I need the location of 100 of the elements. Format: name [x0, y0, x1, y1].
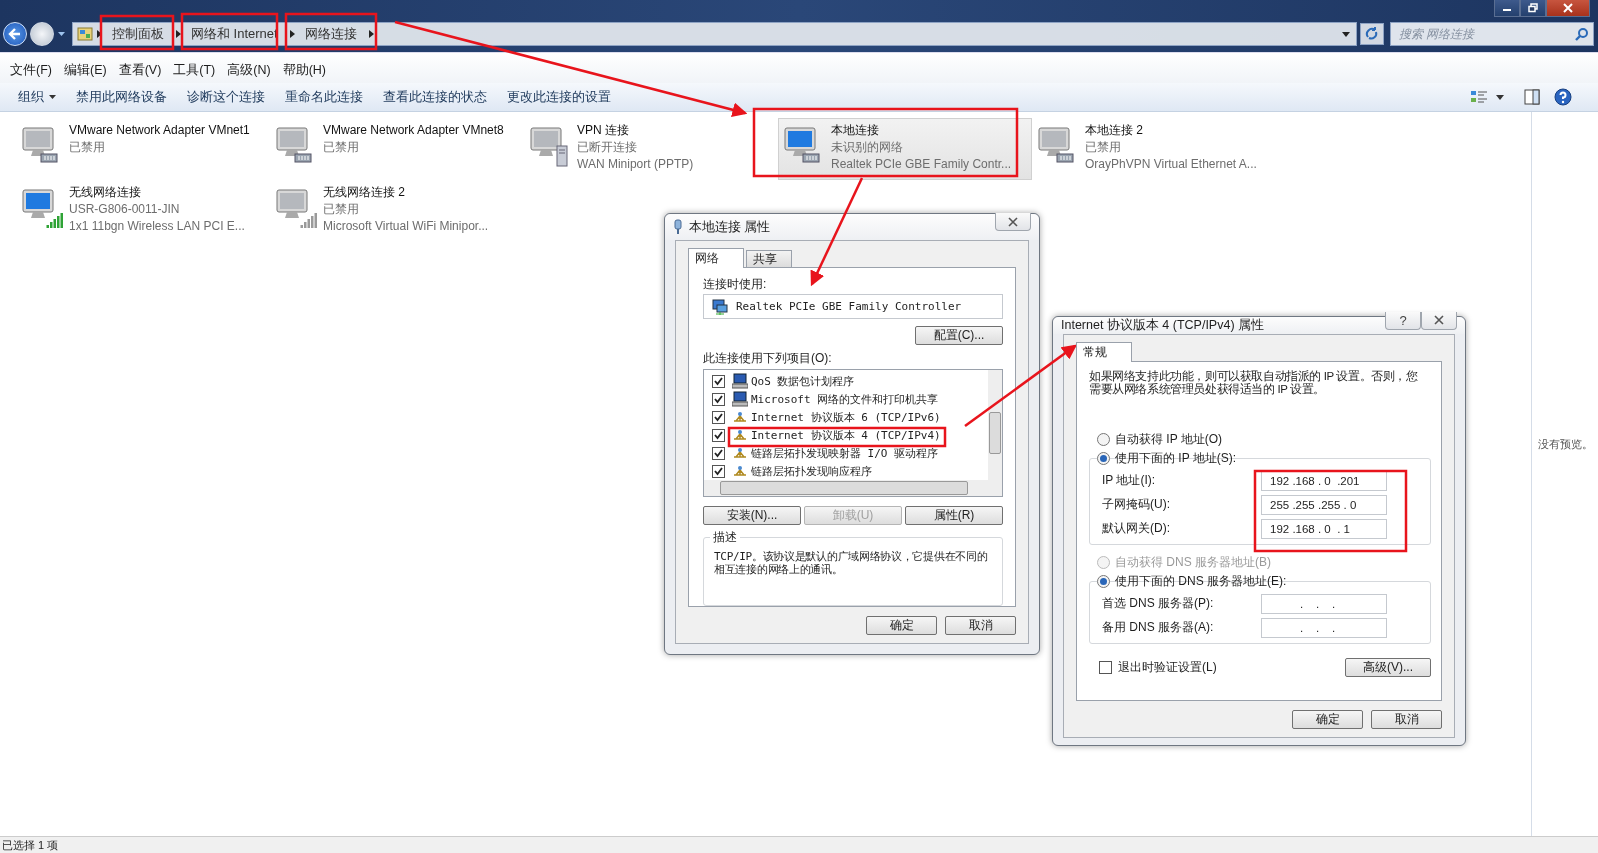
checkbox[interactable] [712, 464, 725, 478]
minimize-button[interactable] [1494, 0, 1520, 17]
menu-item[interactable]: 文件(F) [5, 61, 59, 79]
toolbar-button[interactable]: 重命名此连接 [279, 88, 377, 106]
checkbox[interactable] [712, 374, 725, 388]
device-name: OrayPhVPN Virtual Ethernet A... [1085, 156, 1257, 173]
field-label: IP 地址(I): [1102, 472, 1156, 489]
checkbox[interactable] [712, 446, 725, 460]
close-icon [1562, 3, 1574, 13]
component-name[interactable]: Internet 协议版本 6 (TCP/IPv6) [751, 409, 941, 425]
action-button[interactable]: 安装(N)... [703, 506, 801, 526]
preview-pane-icon[interactable] [1524, 89, 1540, 105]
component-name[interactable]: QoS 数据包计划程序 [751, 373, 855, 389]
organize-button[interactable]: 组织 [12, 88, 70, 106]
restore-button[interactable] [1520, 0, 1546, 17]
scrollbar[interactable] [988, 370, 1002, 481]
view-options-icon[interactable] [1470, 89, 1488, 105]
address-field[interactable]: 控制面板 网络和 Internet 网络连接 [72, 22, 1357, 46]
ip-address-field[interactable]: 192 .168 . 0 .201 [1261, 470, 1387, 491]
computer-icon [732, 373, 748, 390]
menu-item[interactable]: 帮助(H) [277, 61, 333, 79]
connection-name: 本地连接 [831, 122, 880, 139]
connection-item[interactable]: 本地连接 未识别的网络 Realtek PCIe GBE Family Contr... [778, 118, 1032, 180]
action-button[interactable]: 属性(R) [905, 506, 1003, 526]
tab[interactable]: 共享 [746, 250, 792, 267]
component-name[interactable]: Internet 协议版本 4 (TCP/IPv4) [751, 427, 941, 443]
toolbar-button[interactable]: 禁用此网络设备 [70, 88, 181, 106]
search-field[interactable]: 搜索 网络连接 [1390, 22, 1594, 46]
checkbox[interactable] [712, 392, 725, 406]
ok-button[interactable]: 确定 [1292, 710, 1363, 729]
adapter-name: Realtek PCIe GBE Family Controller [736, 300, 962, 314]
toolbar-button[interactable]: 更改此连接的设置 [501, 88, 625, 106]
chevron-icon[interactable] [368, 30, 374, 38]
radio-label[interactable]: 使用下面的 DNS 服务器地址(E): [1115, 573, 1287, 590]
connection-item[interactable]: 本地连接 2 已禁用 OrayPhVPN Virtual Ethernet A... [1032, 118, 1286, 180]
protocol-icon [732, 429, 748, 442]
radio-label[interactable]: 自动获得 IP 地址(O) [1115, 431, 1223, 448]
dropdown-icon[interactable] [1342, 31, 1350, 37]
connection-status: 已禁用 [323, 201, 360, 218]
connection-item[interactable]: VMware Network Adapter VMnet8 已禁用 [270, 118, 524, 180]
connection-item[interactable]: VMware Network Adapter VMnet1 已禁用 [16, 118, 270, 180]
toolbar-button[interactable]: 诊断这个连接 [181, 88, 279, 106]
field-label: 子网掩码(U): [1102, 496, 1170, 513]
configure-button[interactable]: 配置(C)... [915, 326, 1003, 346]
checkbox[interactable] [712, 410, 725, 424]
connection-item[interactable]: 无线网络连接 2 已禁用 Microsoft Virtual WiFi Minipor... [270, 180, 524, 242]
ip-address-field[interactable]: 255 .255 .255 . 0 [1261, 494, 1387, 515]
forward-button[interactable] [30, 22, 54, 46]
help-button[interactable]: ? [1385, 311, 1421, 330]
checkbox[interactable] [1099, 661, 1112, 674]
device-name: Realtek PCIe GBE Family Contr... [831, 156, 1012, 173]
close-button[interactable] [995, 213, 1031, 231]
connection-item[interactable]: 无线网络连接 USR-G806-0011-JIN 1x1 11bgn Wireless LAN PCI E... [16, 180, 270, 242]
control-panel-icon [77, 26, 93, 42]
close-button[interactable] [1421, 311, 1457, 330]
tab[interactable]: 网络 [688, 248, 744, 268]
field-label: 备用 DNS 服务器(A): [1102, 619, 1214, 636]
menu-item[interactable]: 工具(T) [168, 61, 223, 79]
component-name[interactable]: Microsoft 网络的文件和打印机共享 [751, 391, 939, 407]
close-button[interactable] [1546, 0, 1590, 17]
ip-address-field[interactable]: . . . [1261, 593, 1387, 614]
chevron-icon[interactable] [97, 30, 102, 38]
radio-button[interactable] [1097, 433, 1110, 446]
cancel-button[interactable]: 取消 [945, 616, 1016, 635]
radio-label[interactable]: 使用下面的 IP 地址(S): [1115, 450, 1237, 467]
menu-item[interactable]: 高级(N) [222, 61, 278, 79]
connection-name: VMware Network Adapter VMnet1 [69, 122, 250, 139]
connection-name: 无线网络连接 [69, 184, 142, 201]
ok-button[interactable]: 确定 [866, 616, 937, 635]
advanced-button[interactable]: 高级(V)... [1345, 658, 1431, 677]
checkbox-label[interactable]: 退出时验证设置(L) [1118, 659, 1217, 676]
breadcrumb-item[interactable]: 网络和 Internet [185, 25, 286, 43]
help-icon[interactable] [1554, 88, 1572, 106]
radio-button[interactable] [1097, 575, 1110, 588]
protocol-icon [732, 411, 748, 424]
checkbox[interactable] [712, 428, 725, 442]
chevron-icon[interactable] [289, 30, 295, 38]
back-button[interactable] [3, 22, 27, 46]
cancel-button[interactable]: 取消 [1371, 710, 1442, 729]
toolbar-button[interactable]: 查看此连接的状态 [377, 88, 501, 106]
breadcrumb-item[interactable]: 控制面板 [106, 25, 172, 43]
ip-address-field[interactable]: 192 .168 . 0 . 1 [1261, 518, 1387, 539]
connection-item[interactable]: VPN 连接 已断开连接 WAN Miniport (PPTP) [524, 118, 778, 180]
component-name[interactable]: 链路层拓扑发现响应程序 [751, 463, 872, 479]
caret-icon[interactable] [58, 32, 65, 36]
refresh-button[interactable] [1360, 23, 1384, 45]
component-name[interactable]: 链路层拓扑发现映射器 I/O 驱动程序 [751, 445, 939, 461]
device-name: 1x1 11bgn Wireless LAN PCI E... [69, 218, 245, 235]
radio-button[interactable] [1097, 452, 1110, 465]
ip-address-field[interactable]: . . . [1261, 617, 1387, 638]
dialog-title: 本地连接 属性 [689, 218, 771, 236]
tab[interactable]: 常规 [1076, 342, 1132, 362]
breadcrumb-item[interactable]: 网络连接 [298, 25, 365, 43]
protocol-icon [732, 447, 748, 460]
intro-text: 如果网络支持此功能，则可以获取自动指派的 IP 设置。否则，您需要从网络系统管理员处获得适当的 IP 设置。 [1089, 370, 1419, 396]
menu-item[interactable]: 查看(V) [113, 61, 169, 79]
scrollbar[interactable] [704, 480, 1002, 497]
caret-icon[interactable] [1496, 94, 1504, 100]
menu-item[interactable]: 编辑(E) [58, 61, 114, 79]
chevron-icon[interactable] [176, 30, 181, 38]
